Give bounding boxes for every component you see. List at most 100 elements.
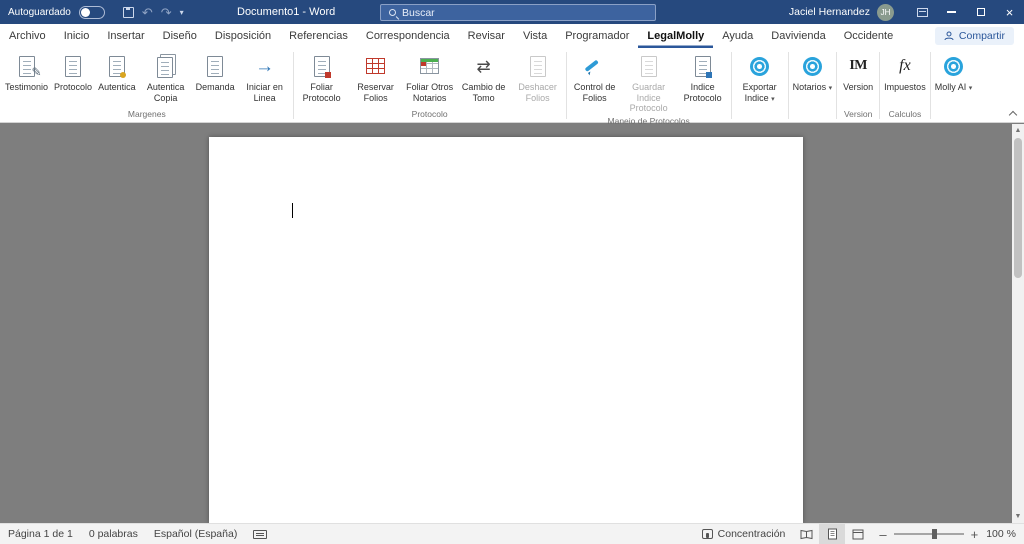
ribbon-button-version[interactable]: IM Version [838,49,878,107]
ribbon-group-label-exportar [733,117,787,122]
share-button[interactable]: Compartir [934,27,1014,45]
ribbon-button-iniciar-en-linea[interactable]: → Iniciar en Linea [238,49,292,107]
text-cursor [292,203,293,218]
ribbon-group-manejo-de-protocolos: Control de Folios Guardar Indice Protoco… [568,49,730,126]
titlebar: Autoguardado ↶ ↷ ▾ Documento1 - Word Bus… [0,0,1024,24]
chevron-down-icon: ▾ [968,85,973,92]
share-label: Compartir [958,30,1005,42]
autosave-label: Autoguardado [8,6,71,18]
autosave-toggle[interactable] [78,5,105,19]
button-label: Foliar Otros Notarios [406,82,454,103]
tab-vista[interactable]: Vista [514,24,556,48]
focus-mode-button[interactable]: Concentración [694,524,794,544]
ribbon-button-guardar-indice-protocolo[interactable]: Guardar Indice Protocolo [622,49,676,114]
button-label: Molly AI [934,82,967,92]
tab-disposicion[interactable]: Disposición [206,24,280,48]
ribbon-group-margenes: ✎ Testimonio Protocolo Autentica Autenti… [2,49,292,122]
im-monogram-icon: IM [849,57,867,73]
document-title: Documento1 - Word [237,6,336,18]
word-count[interactable]: 0 palabras [81,524,146,544]
zoom-slider[interactable] [893,529,964,539]
tab-referencias[interactable]: Referencias [280,24,357,48]
button-label: Version [843,82,874,92]
zoom-slider-thumb[interactable] [932,529,938,539]
ribbon-legalmolly: ✎ Testimonio Protocolo Autentica Autenti… [0,48,1024,126]
ribbon-button-demanda[interactable]: Demanda [193,49,238,107]
ribbon-button-exportar-indice[interactable]: Exportar Indice ▾ [733,49,787,117]
tab-insertar[interactable]: Insertar [98,24,153,48]
avatar[interactable]: JH [877,3,894,21]
tab-archivo[interactable]: Archivo [0,24,55,48]
print-layout-button[interactable] [819,523,846,544]
red-grid-icon [366,52,386,80]
tab-inicio[interactable]: Inicio [55,24,99,48]
zoom-out-icon[interactable]: – [879,528,886,541]
quick-access-chevron-icon[interactable]: ▾ [180,8,184,17]
ribbon-button-control-de-folios[interactable]: Control de Folios [568,49,622,114]
foliar-protocolo-document-icon [313,52,331,80]
collapse-ribbon-chevron-icon[interactable] [1010,110,1017,117]
button-label: Reservar Folios [357,82,394,103]
group-divider [879,52,881,119]
close-button[interactable]: × [995,0,1024,24]
web-layout-button[interactable] [845,524,871,544]
vertical-scrollbar[interactable]: ▲ ▼ [1012,124,1024,523]
button-label: Testimonio [5,82,49,92]
zoom-percentage[interactable]: 100 % [986,528,1024,540]
tab-correspondencia[interactable]: Correspondencia [357,24,459,48]
document-page[interactable] [209,137,803,523]
button-label: Impuestos [884,82,926,92]
save-icon[interactable] [122,6,134,18]
ribbon-button-deshacer-folios[interactable]: Deshacer Folios [511,49,565,107]
group-divider [292,52,294,119]
read-mode-button[interactable] [793,524,819,544]
ribbon-button-cambio-de-tomo[interactable]: ⇄ Cambio de Tomo [457,49,511,107]
keyboard-button[interactable] [245,524,275,544]
ribbon-button-autentica[interactable]: Autentica [95,49,139,107]
blue-pen-icon [586,52,604,80]
ribbon-button-protocolo[interactable]: Protocolo [51,49,95,107]
index-document-icon [694,52,712,80]
user-name: Jaciel Hernandez [788,6,870,18]
demanda-document-icon [207,52,224,80]
chevron-down-icon: ▾ [828,85,833,92]
language-indicator[interactable]: Español (España) [146,524,245,544]
maximize-button[interactable] [966,0,995,24]
ribbon-button-impuestos[interactable]: fx Impuestos [881,49,929,107]
group-divider [730,52,732,119]
minimize-button[interactable] [937,0,966,24]
scrollbar-thumb[interactable] [1014,138,1022,278]
tab-ayuda[interactable]: Ayuda [713,24,762,48]
tab-diseno[interactable]: Diseño [154,24,206,48]
button-label: Cambio de Tomo [461,82,506,103]
scroll-up-arrow-icon[interactable]: ▲ [1012,124,1024,137]
tab-revisar[interactable]: Revisar [459,24,514,48]
ribbon-button-foliar-protocolo[interactable]: Foliar Protocolo [295,49,349,107]
ribbon-button-foliar-otros-notarios[interactable]: Foliar Otros Notarios [403,49,457,107]
ribbon-button-autentica-copia[interactable]: Autentica Copia [139,49,193,107]
ribbon-group-label-protocolo: Protocolo [411,109,448,119]
group-divider [836,52,838,119]
tab-legalmolly[interactable]: LegalMolly [638,24,713,48]
ribbon-button-notarios[interactable]: Notarios ▾ [790,49,836,117]
ribbon-display-options-button[interactable] [908,0,937,24]
button-label: Control de Folios [573,82,616,103]
scroll-down-arrow-icon[interactable]: ▼ [1012,510,1024,523]
ribbon-button-reservar-folios[interactable]: Reservar Folios [349,49,403,107]
page-indicator[interactable]: Página 1 de 1 [0,524,81,544]
keyboard-icon [253,529,268,539]
ribbon-group-calculos: fx Impuestos Calculos [881,49,929,122]
ribbon-button-testimonio[interactable]: ✎ Testimonio [2,49,51,107]
search-input[interactable]: Buscar [380,4,656,21]
zoom-in-icon[interactable]: + [971,528,979,541]
tab-davivienda[interactable]: Davivienda [762,24,834,48]
undo-icon[interactable]: ↶ [142,6,153,19]
ribbon-button-indice-protocolo[interactable]: Indice Protocolo [676,49,730,114]
tab-occidente[interactable]: Occidente [835,24,903,48]
tab-programador[interactable]: Programador [556,24,638,48]
ribbon-group-version: IM Version Version [838,49,878,122]
button-label: Deshacer Folios [518,82,557,103]
redo-icon[interactable]: ↷ [161,6,172,19]
quick-access-toolbar: Autoguardado ↶ ↷ ▾ [0,5,184,19]
ribbon-button-molly-ai[interactable]: Molly AI ▾ [932,49,976,117]
